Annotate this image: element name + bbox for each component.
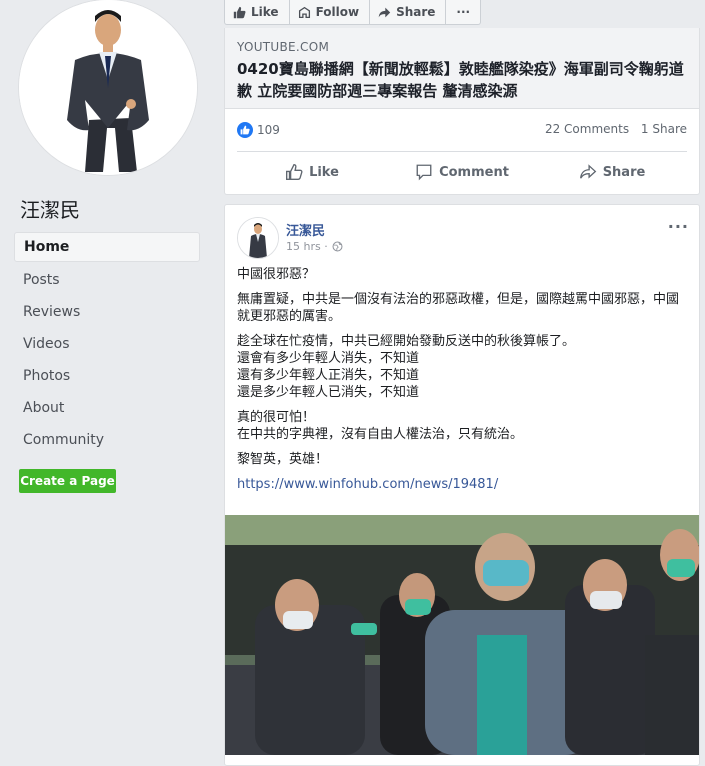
like-label: Like bbox=[309, 164, 339, 180]
author-avatar[interactable] bbox=[237, 217, 279, 259]
page-name[interactable]: 汪潔民 bbox=[20, 194, 80, 223]
thumbs-up-outline-icon bbox=[286, 164, 303, 180]
page-follow-button[interactable]: Follow bbox=[290, 0, 371, 24]
post-link[interactable]: https://www.winfohub.com/news/19481/ bbox=[237, 477, 498, 492]
share-arrow-icon bbox=[579, 164, 597, 179]
nav-posts[interactable]: Posts bbox=[14, 265, 200, 297]
reaction-count: 109 bbox=[257, 123, 280, 137]
post-timestamp[interactable]: 15 hrs · bbox=[286, 240, 343, 253]
page-action-toolbar: Like Follow Share ··· bbox=[224, 0, 482, 25]
post-actions: Like Comment Share bbox=[237, 151, 687, 192]
page-nav: Home Posts Reviews Videos Photos About C… bbox=[14, 232, 200, 457]
nav-community[interactable]: Community bbox=[14, 425, 200, 457]
nav-reviews[interactable]: Reviews bbox=[14, 297, 200, 329]
comment-icon bbox=[416, 164, 432, 181]
nav-about[interactable]: About bbox=[14, 393, 200, 425]
feed-post: 汪潔民 15 hrs · ··· 中國很邪惡？ 無庸置疑，中共是一個沒有法治的邪… bbox=[224, 204, 700, 766]
follow-icon bbox=[298, 6, 310, 18]
post-options-button[interactable]: ··· bbox=[668, 217, 689, 236]
nav-videos[interactable]: Videos bbox=[14, 329, 200, 361]
page-share-button[interactable]: Share bbox=[370, 0, 447, 24]
post-line: 黎智英，英雄！ bbox=[237, 452, 329, 467]
share-label: Share bbox=[602, 164, 646, 180]
comment-label: Comment bbox=[439, 164, 509, 180]
post-line: 中國很邪惡？ bbox=[237, 267, 316, 282]
link-domain: YOUTUBE.COM bbox=[237, 40, 330, 54]
profile-picture[interactable] bbox=[19, 0, 197, 175]
page-like-label: Like bbox=[251, 4, 279, 19]
page-like-button[interactable]: Like bbox=[225, 0, 290, 24]
link-preview[interactable]: YOUTUBE.COM 0420寶島聯播網【新聞放輕鬆】敦睦艦隊染疫》海軍副司令… bbox=[225, 28, 699, 109]
post-line: 趁全球在忙疫情，中共已經開始發動反送中的秋後算帳了。 bbox=[237, 334, 576, 349]
left-sidebar: 汪潔民 Home Posts Reviews Videos Photos Abo… bbox=[0, 0, 212, 753]
thumbs-up-icon bbox=[233, 6, 246, 18]
post-line: 真的很可怕！ bbox=[237, 410, 316, 425]
nav-home[interactable]: Home bbox=[14, 232, 200, 262]
post-author[interactable]: 汪潔民 bbox=[286, 220, 325, 239]
like-button[interactable]: Like bbox=[237, 152, 387, 192]
post-paragraph: 趁全球在忙疫情，中共已經開始發動反送中的秋後算帳了。 還會有多少年輕人消失，不知… bbox=[237, 333, 687, 401]
post-paragraph: https://www.winfohub.com/news/19481/ bbox=[237, 476, 687, 493]
create-page-button[interactable]: Create a Page bbox=[19, 469, 116, 493]
page-share-label: Share bbox=[396, 4, 436, 19]
reaction-summary[interactable]: 109 bbox=[237, 122, 280, 138]
post-photo[interactable] bbox=[225, 515, 699, 755]
post-paragraph: 無庸置疑，中共是一個沒有法治的邪惡政權，但是，國際越罵中國邪惡，中國就更邪惡的厲… bbox=[237, 291, 687, 325]
post-paragraph: 真的很可怕！ 在中共的字典裡，沒有自由人權法治，只有統治。 bbox=[237, 409, 687, 443]
share-button[interactable]: Share bbox=[537, 152, 687, 192]
post-text: 中國很邪惡？ 無庸置疑，中共是一個沒有法治的邪惡政權，但是，國際越罵中國邪惡，中… bbox=[237, 266, 687, 501]
post-paragraph: 黎智英，英雄！ bbox=[237, 451, 687, 468]
nav-photos[interactable]: Photos bbox=[14, 361, 200, 393]
like-reaction-icon bbox=[237, 122, 253, 138]
globe-icon bbox=[332, 241, 343, 252]
page-more-button[interactable]: ··· bbox=[446, 0, 480, 24]
post-paragraph: 中國很邪惡？ bbox=[237, 266, 687, 283]
post-line: 還是多少年輕人已消失，不知道 bbox=[237, 385, 420, 400]
page-follow-label: Follow bbox=[315, 4, 360, 19]
comment-button[interactable]: Comment bbox=[387, 152, 537, 192]
share-arrow-icon bbox=[378, 7, 391, 17]
shared-video-post: YOUTUBE.COM 0420寶島聯播網【新聞放輕鬆】敦睦艦隊染疫》海軍副司令… bbox=[224, 28, 700, 195]
engagement-counts: 22 Comments 1 Share bbox=[537, 122, 687, 136]
post-line: 還會有多少年輕人消失，不知道 bbox=[237, 351, 420, 366]
post-line: 還有多少年輕人正消失，不知道 bbox=[237, 368, 420, 383]
post-time-text: 15 hrs · bbox=[286, 240, 328, 253]
comments-count[interactable]: 22 Comments bbox=[545, 122, 629, 136]
post-line: 在中共的字典裡，沒有自由人權法治，只有統治。 bbox=[237, 427, 524, 442]
link-title[interactable]: 0420寶島聯播網【新聞放輕鬆】敦睦艦隊染疫》海軍副司令鞠躬道歉 立院要國防部週… bbox=[237, 58, 687, 102]
shares-count[interactable]: 1 Share bbox=[641, 122, 687, 136]
post-line: 無庸置疑，中共是一個沒有法治的邪惡政權，但是，國際越罵中國邪惡，中國就更邪惡的厲… bbox=[237, 292, 680, 324]
